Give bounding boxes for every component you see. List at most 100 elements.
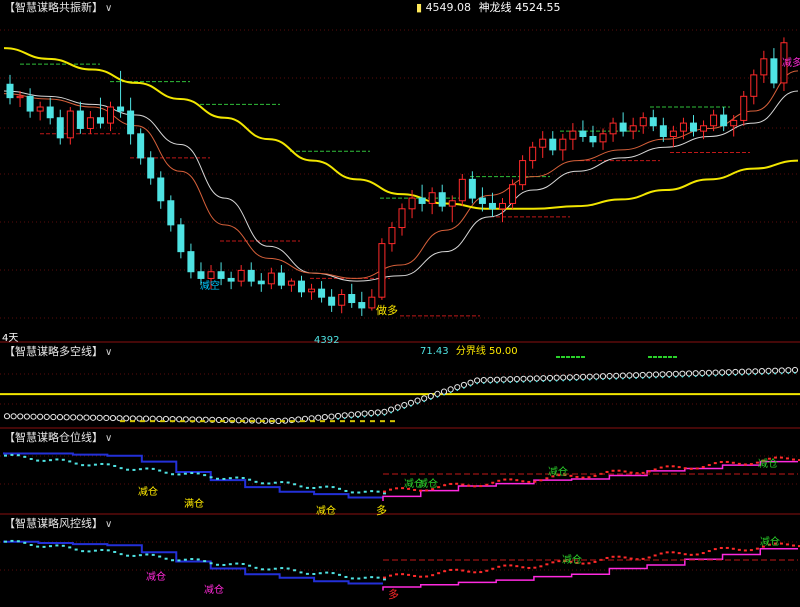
panel4-title[interactable]: 【智慧谋略风控线】 (4, 517, 103, 530)
signal-marker (220, 420, 225, 423)
oscillator-trail (449, 391, 452, 394)
oscillator-trail (774, 372, 777, 375)
main-panel-header[interactable]: 【智慧谋略共振新】 ∨ (4, 1, 112, 15)
oscillator-trail (621, 377, 624, 380)
panel4-header[interactable]: 【智慧谋略风控线】 ∨ (4, 517, 112, 531)
position-signal-dot (665, 465, 669, 468)
candle-body (448, 200, 456, 207)
oscillator-trail (489, 381, 492, 384)
risk-signal-dot (126, 554, 130, 557)
position-signal-dot (100, 462, 104, 465)
risk-signal-dot (305, 572, 309, 575)
oscillator-dot (56, 414, 64, 421)
position-signal-dot (331, 486, 335, 489)
position-signal-dot (719, 460, 723, 463)
risk-signal-dot (515, 565, 519, 568)
signal-marker (260, 420, 265, 423)
risk-signal-dot (48, 545, 52, 548)
chevron-down-icon[interactable]: ∨ (105, 519, 112, 530)
candle-body (287, 280, 295, 286)
candle-body (720, 114, 728, 127)
chart-canvas (0, 29, 800, 591)
candle-body (297, 280, 305, 293)
risk-label: 多 (388, 588, 399, 601)
signal-marker (310, 420, 315, 423)
risk-signal-dot (23, 541, 27, 544)
risk-signal-dot (479, 571, 483, 574)
risk-signal-dot (222, 563, 226, 566)
chevron-down-icon[interactable]: ∨ (105, 347, 112, 358)
candle-body (207, 271, 215, 279)
candle-body (619, 122, 627, 132)
oscillator-trail (628, 377, 631, 380)
oscillator-trail (602, 378, 604, 381)
risk-signal-dot (196, 558, 200, 561)
oscillator-trail (443, 393, 445, 396)
oscillator-trail (456, 389, 459, 392)
oscillator-trail (476, 382, 479, 385)
oscillator-trail (747, 373, 750, 376)
oscillator-dot (460, 381, 468, 389)
panel2-title[interactable]: 【智慧谋略多空线】 (4, 345, 103, 358)
oscillator-dot (613, 372, 620, 379)
risk-signal-dot (695, 553, 699, 556)
oscillator-dot (580, 373, 587, 380)
chevron-down-icon[interactable]: ∨ (105, 3, 112, 14)
risk-signal-dot (16, 540, 20, 543)
oscillator-trail (436, 395, 439, 398)
chevron-down-icon[interactable]: ∨ (105, 433, 112, 444)
signal-marker (240, 420, 245, 423)
candle-body (499, 202, 507, 210)
candle-body (629, 125, 637, 132)
position-signal-dot (737, 462, 741, 465)
ma-orange-line (3, 70, 799, 279)
position-signal-dot (42, 459, 46, 462)
position-signal-dot (707, 464, 711, 467)
oscillator-trail (708, 374, 710, 377)
oscillator-trail (383, 413, 386, 416)
position-signal-dot (581, 476, 585, 479)
panel2-header[interactable]: 【智慧谋略多空线】 ∨ (4, 345, 112, 359)
risk-signal-dot (113, 550, 117, 553)
oscillator-dot (116, 415, 123, 422)
oscillator-trail (482, 382, 485, 385)
risk-signal-dot (425, 575, 429, 578)
position-magenta-step-line (382, 460, 798, 502)
marker-icon: ▮ (416, 1, 423, 14)
panel3-title[interactable]: 【智慧谋略仓位线】 (4, 431, 103, 444)
candle-body (559, 138, 567, 151)
risk-signal-dot (55, 544, 59, 547)
position-signal-dot (93, 463, 97, 466)
risk-signal-dot (209, 562, 213, 565)
candle-body (428, 192, 436, 204)
risk-signal-dot (449, 568, 453, 571)
position-signal-dot (671, 465, 675, 468)
position-signal-dot (659, 466, 663, 469)
signal-marker (250, 420, 255, 423)
risk-signal-dot (171, 559, 175, 562)
oscillator-dot (374, 409, 381, 416)
position-signal-dot (177, 473, 181, 476)
risk-signal-dot (605, 556, 609, 559)
signal-marker (230, 420, 235, 423)
oscillator-trail (615, 377, 618, 380)
candle-body (177, 224, 185, 253)
risk-signal-dot (363, 576, 367, 579)
candle-body (378, 243, 386, 298)
oscillator-dot (666, 371, 673, 378)
position-signal-dot (312, 487, 316, 490)
candle-body (468, 178, 476, 199)
oscillator-dot (17, 413, 24, 420)
oscillator-dot (308, 415, 315, 422)
risk-signal-dot (100, 548, 104, 551)
oscillator-dot (573, 374, 580, 381)
risk-signal-dot (491, 567, 495, 570)
main-panel-title[interactable]: 【智慧谋略共振新】 (4, 1, 103, 14)
risk-label: 减仓 (562, 555, 582, 566)
signal-marker (360, 420, 365, 423)
signal-marker (320, 420, 325, 423)
candle-body (438, 192, 446, 207)
position-signal-dot (171, 473, 175, 476)
panel3-header[interactable]: 【智慧谋略仓位线】 ∨ (4, 431, 112, 445)
position-signal-dot (203, 474, 207, 477)
